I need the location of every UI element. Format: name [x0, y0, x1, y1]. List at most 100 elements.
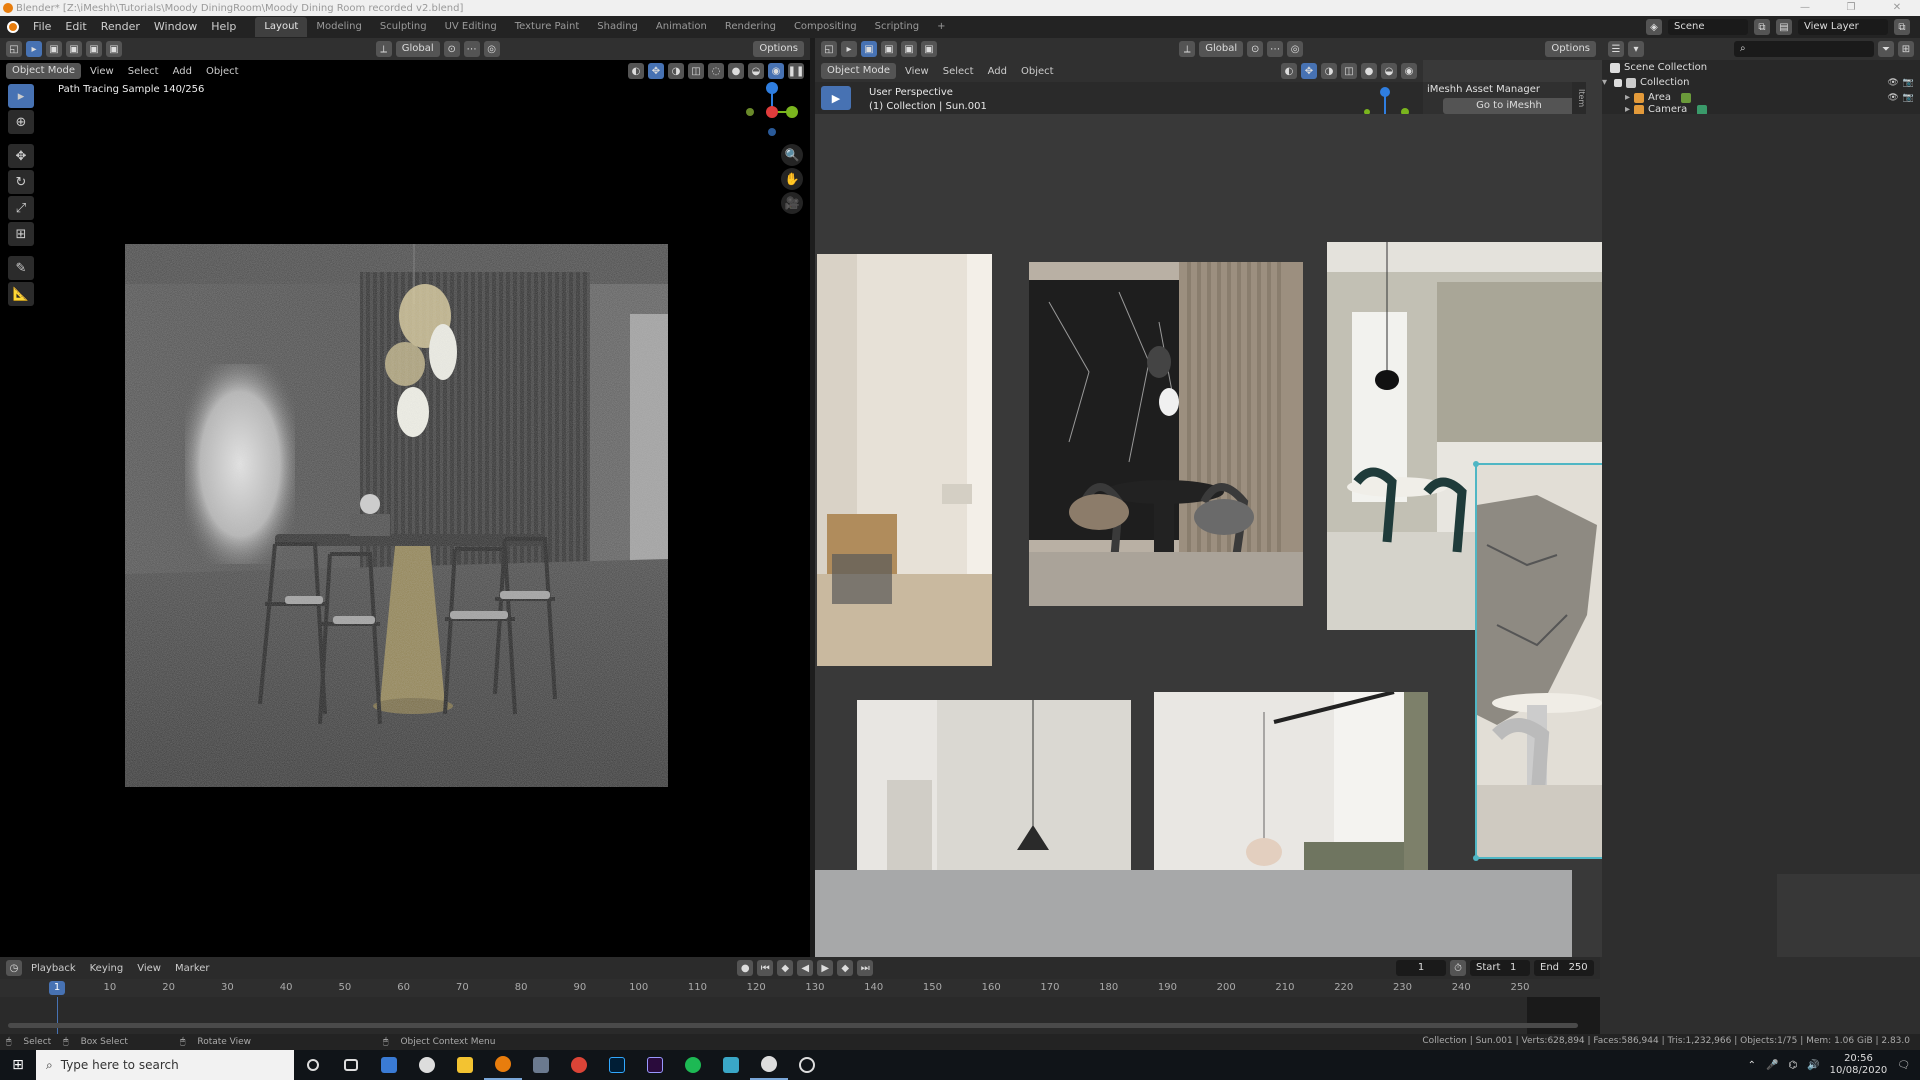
- select-mode-7-icon[interactable]: ▣: [901, 41, 917, 57]
- transform-orientation-dropdown[interactable]: Global: [395, 41, 440, 57]
- proportional-icon[interactable]: ◎: [483, 41, 500, 57]
- sidebar-tab-item[interactable]: Item: [1572, 82, 1586, 114]
- menu-select[interactable]: Select: [123, 66, 164, 77]
- prev-keyframe-icon[interactable]: ◆: [777, 960, 794, 976]
- jump-start-icon[interactable]: ⏮: [757, 960, 774, 976]
- menu-view-2[interactable]: View: [900, 66, 934, 77]
- menu-select-2[interactable]: Select: [938, 66, 979, 77]
- view-layer-browse-icon[interactable]: ⧉: [1894, 19, 1910, 35]
- spotify-icon[interactable]: [674, 1050, 712, 1080]
- premiere-icon[interactable]: [636, 1050, 674, 1080]
- menu-edit[interactable]: Edit: [58, 16, 93, 38]
- menu-render[interactable]: Render: [94, 16, 147, 38]
- new-collection-icon[interactable]: ⊞: [1898, 41, 1914, 57]
- snap-icon[interactable]: ⋯: [463, 41, 480, 57]
- overlay-2-icon[interactable]: ◑: [1321, 63, 1337, 79]
- tab-shading[interactable]: Shading: [588, 17, 647, 37]
- editor-type-2-icon[interactable]: ◱: [821, 41, 837, 57]
- eye-icon[interactable]: 👁: [1887, 93, 1898, 103]
- app-2-icon[interactable]: [408, 1050, 446, 1080]
- shading-wire-icon[interactable]: ◌: [708, 63, 724, 79]
- preview-range-icon[interactable]: ⏱: [1450, 960, 1466, 976]
- taskbar-clock[interactable]: 20:56 10/08/2020: [1830, 1053, 1888, 1077]
- obs-icon[interactable]: [750, 1050, 788, 1080]
- task-view-icon[interactable]: [332, 1050, 370, 1080]
- jump-end-icon[interactable]: ⏭: [857, 960, 874, 976]
- rotate-tool-icon[interactable]: ↻: [8, 170, 34, 194]
- shading-solid-icon[interactable]: ●: [728, 63, 744, 79]
- select-mode-5-icon[interactable]: ▣: [861, 41, 877, 57]
- scale-tool-icon[interactable]: ⤢: [8, 196, 34, 220]
- shading-rendered-2-icon[interactable]: ◉: [1401, 63, 1417, 79]
- frame-cursor[interactable]: 1: [49, 981, 65, 995]
- view-layer-field[interactable]: View Layer: [1798, 19, 1888, 35]
- maximize-button[interactable]: ❐: [1828, 0, 1874, 16]
- menu-add[interactable]: Add: [168, 66, 197, 77]
- end-frame-field[interactable]: End 250: [1534, 960, 1594, 976]
- file-explorer-icon[interactable]: [446, 1050, 484, 1080]
- timeline-body[interactable]: [0, 997, 1600, 1034]
- app-3-icon[interactable]: [712, 1050, 750, 1080]
- view-layer-icon[interactable]: ▤: [1776, 19, 1792, 35]
- move-tool-icon[interactable]: ✥: [8, 144, 34, 168]
- minimize-button[interactable]: —: [1782, 0, 1828, 16]
- blender-taskbar-icon[interactable]: [484, 1050, 522, 1080]
- timeline-ruler[interactable]: 1 10 20 30 40 50 60 70 80 90 100 110 120 130 140 150 16…: [0, 979, 1600, 997]
- select-mode-4-icon[interactable]: ▣: [106, 41, 122, 57]
- checkbox-icon[interactable]: [1614, 78, 1622, 87]
- gizmo-icon[interactable]: ✥: [648, 63, 664, 79]
- blender-logo-icon[interactable]: [0, 16, 26, 38]
- go-to-imeshh-button[interactable]: Go to iMeshh: [1443, 98, 1575, 114]
- measure-tool-icon[interactable]: 📐: [8, 282, 34, 306]
- camera-render-icon[interactable]: 📷: [1903, 93, 1914, 103]
- visibility-icon[interactable]: ◐: [628, 63, 644, 79]
- taskbar-search-box[interactable]: ⌕ Type here to search: [36, 1050, 294, 1080]
- reference-image-chair[interactable]: [817, 254, 992, 666]
- tab-texture-paint[interactable]: Texture Paint: [506, 17, 589, 37]
- pivot-2-icon[interactable]: ⊙: [1247, 41, 1264, 57]
- add-workspace-button[interactable]: +: [928, 17, 954, 37]
- play-icon[interactable]: ▶: [817, 960, 834, 976]
- selection-handle-bottom-left[interactable]: [1473, 855, 1479, 861]
- shading-solid-2-icon[interactable]: ●: [1361, 63, 1377, 79]
- select-mode-6-icon[interactable]: ▣: [881, 41, 897, 57]
- zoom-icon[interactable]: 🔍: [781, 144, 803, 166]
- options-2-dropdown[interactable]: Options: [1545, 41, 1596, 57]
- shading-rendered-icon[interactable]: ◉: [768, 63, 784, 79]
- network-icon[interactable]: ⌬: [1788, 1060, 1797, 1071]
- transform-tool-icon[interactable]: ⊞: [8, 222, 34, 246]
- selection-handle-top-left[interactable]: [1473, 461, 1479, 467]
- moodboard-canvas[interactable]: [815, 114, 1602, 957]
- menu-object-2[interactable]: Object: [1016, 66, 1059, 77]
- menu-view[interactable]: View: [85, 66, 119, 77]
- navigation-gizmo[interactable]: [740, 80, 800, 140]
- options-dropdown[interactable]: Options: [753, 41, 804, 57]
- select-mode-8-icon[interactable]: ▣: [921, 41, 937, 57]
- calculator-icon[interactable]: [522, 1050, 560, 1080]
- scene-icon[interactable]: ◈: [1646, 19, 1662, 35]
- photoshop-icon[interactable]: [598, 1050, 636, 1080]
- tab-scripting[interactable]: Scripting: [866, 17, 928, 37]
- camera-view-toggle-icon[interactable]: ▶: [821, 86, 851, 110]
- tab-sculpting[interactable]: Sculpting: [371, 17, 436, 37]
- mode-dropdown[interactable]: Object Mode: [6, 63, 81, 79]
- tab-layout[interactable]: Layout: [255, 17, 308, 37]
- reference-image-selected-marble[interactable]: [1473, 461, 1602, 861]
- scene-field[interactable]: Scene: [1668, 19, 1748, 35]
- menu-help[interactable]: Help: [204, 16, 243, 38]
- pause-render-icon[interactable]: ❚❚: [788, 63, 804, 79]
- cortana-icon[interactable]: [294, 1050, 332, 1080]
- tab-uv-editing[interactable]: UV Editing: [436, 17, 506, 37]
- visibility-2-icon[interactable]: ◐: [1281, 63, 1297, 79]
- gizmo-2-icon[interactable]: ✥: [1301, 63, 1317, 79]
- cursor-tool-icon[interactable]: ⊕: [8, 110, 34, 134]
- app-1-icon[interactable]: [370, 1050, 408, 1080]
- notifications-icon[interactable]: 🗨: [1897, 1060, 1910, 1071]
- tab-animation[interactable]: Animation: [647, 17, 716, 37]
- annotate-tool-icon[interactable]: ✎: [8, 256, 34, 280]
- outliner-display-mode-icon[interactable]: ▾: [1628, 41, 1644, 57]
- navigation-gizmo-2[interactable]: [1355, 86, 1425, 114]
- reference-image-marble-wall[interactable]: [1029, 262, 1303, 606]
- menu-object[interactable]: Object: [201, 66, 244, 77]
- select-tool-icon[interactable]: ▸: [26, 41, 42, 57]
